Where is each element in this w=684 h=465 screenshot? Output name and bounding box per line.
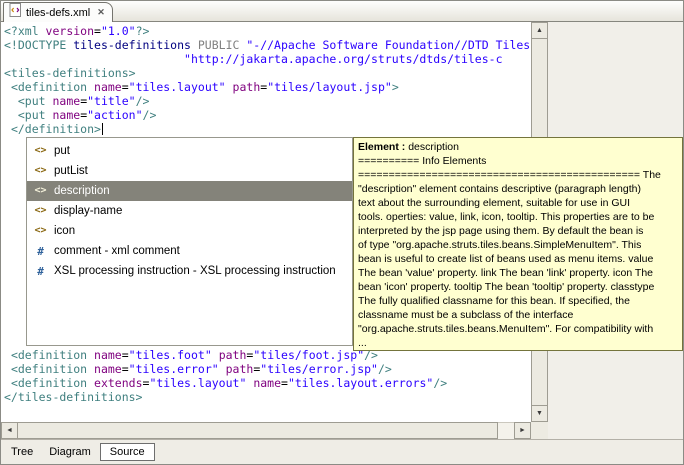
code-line: <?xml version="1.0"?> <box>4 24 150 38</box>
tab-diagram[interactable]: Diagram <box>42 444 98 460</box>
doc-line: interpreted by the jsp page using them. … <box>358 225 644 237</box>
completion-item[interactable]: <> put <box>27 141 352 161</box>
scrollbar-corner <box>531 422 548 439</box>
doc-line: "org.apache.struts.tiles.beans.MenuItem"… <box>358 323 654 335</box>
completion-label: put <box>54 145 70 157</box>
completion-label: icon <box>54 225 76 237</box>
code-line: "http://jakarta.apache.org/struts/dtds/t… <box>184 52 503 66</box>
editor-page-tabs: Tree Diagram Source <box>1 439 683 464</box>
xml-comment-icon: # <box>37 244 44 258</box>
completion-item[interactable]: <> putList <box>27 161 352 181</box>
code-line: <definition extends="tiles.layout" name=… <box>10 376 448 390</box>
completion-label: description <box>54 185 110 197</box>
documentation-tooltip: Element : description ========== Info El… <box>353 137 683 351</box>
doc-title-value: description <box>408 141 459 153</box>
completion-label: display-name <box>54 205 123 217</box>
scroll-right-button[interactable]: ► <box>514 422 531 439</box>
doc-line: ========================================… <box>358 169 661 181</box>
scroll-up-button[interactable]: ▲ <box>531 22 548 39</box>
xml-file-icon <box>9 3 22 22</box>
code-line: <!DOCTYPE tiles-definitions PUBLIC "-//A… <box>4 38 531 52</box>
completion-item[interactable]: # comment - xml comment <box>27 241 352 261</box>
doc-title-label: Element : <box>358 141 406 153</box>
completion-label: XSL processing instruction - XSL process… <box>54 265 336 277</box>
code-line: </tiles-definitions> <box>4 390 143 404</box>
completion-label: putList <box>54 165 88 177</box>
editor-tab-bar: tiles-defs.xml ✕ <box>1 1 683 22</box>
xml-element-icon: <> <box>34 225 47 236</box>
doc-line: text about the surrounding element, suit… <box>358 197 630 209</box>
scroll-down-button[interactable]: ▼ <box>531 405 548 422</box>
code-line: <put name="title"/> <box>17 94 150 108</box>
scroll-left-button[interactable]: ◄ <box>1 422 18 439</box>
doc-body: ========== Info Elements ================… <box>358 154 678 350</box>
horizontal-scrollbar[interactable]: ◄ ► <box>1 422 531 439</box>
completion-item[interactable]: <> icon <box>27 221 352 241</box>
code-line: <put name="action"/> <box>17 108 157 122</box>
doc-line: of type "org.apache.struts.tiles.beans.S… <box>358 239 642 251</box>
tab-source[interactable]: Source <box>99 443 155 461</box>
xml-element-icon: <> <box>34 145 47 156</box>
editor-tab-tiles-defs[interactable]: tiles-defs.xml ✕ <box>3 2 113 22</box>
tab-title: tiles-defs.xml <box>26 6 91 19</box>
content-assist-popup: <> put <> putList <> description <> display-nam… <box>26 137 353 346</box>
horizontal-scroll-thumb[interactable] <box>17 422 498 439</box>
doc-line: ========== Info Elements <box>358 155 487 167</box>
code-line: <definition name="tiles.layout" path="ti… <box>10 80 399 94</box>
doc-line: The fully qualified classname for this b… <box>358 295 630 307</box>
completion-item[interactable]: <> display-name <box>27 201 352 221</box>
doc-line: classname must be a subclass of the inte… <box>358 309 574 321</box>
completion-item[interactable]: <> description <box>27 181 352 201</box>
xml-comment-icon: # <box>37 264 44 278</box>
completion-item[interactable]: # XSL processing instruction - XSL proces… <box>27 261 352 281</box>
doc-line: "description" element contains descripti… <box>358 183 641 195</box>
doc-line: The bean 'value' property. link The bean… <box>358 267 653 279</box>
tab-close-icon[interactable]: ✕ <box>97 7 105 18</box>
doc-line: tools. operties: value, link, icon, tool… <box>358 211 655 223</box>
xml-element-icon: <> <box>34 185 47 196</box>
doc-line: bean is useful to create list of beans u… <box>358 253 654 265</box>
code-line: </definition> <box>10 122 103 136</box>
text-cursor <box>101 123 103 135</box>
code-block-top: <?xml version="1.0"?> <!DOCTYPE tiles-def… <box>4 24 531 136</box>
xml-element-icon: <> <box>34 165 47 176</box>
code-line: <tiles-definitions> <box>4 66 136 80</box>
code-block-bottom: <definition name="tiles.foot" path="tile… <box>4 348 447 404</box>
code-line: <definition name="tiles.error" path="til… <box>10 362 392 376</box>
editor-pane: tiles-defs.xml ✕ <?xml version="1.0"?> <!… <box>0 0 684 465</box>
completion-label: comment - xml comment <box>54 245 180 257</box>
doc-line: bean 'icon' property. tooltip The bean '… <box>358 281 655 293</box>
xml-element-icon: <> <box>34 205 47 216</box>
doc-title: Element : description <box>358 140 678 154</box>
doc-line: ... <box>358 337 367 349</box>
tab-tree[interactable]: Tree <box>4 444 40 460</box>
